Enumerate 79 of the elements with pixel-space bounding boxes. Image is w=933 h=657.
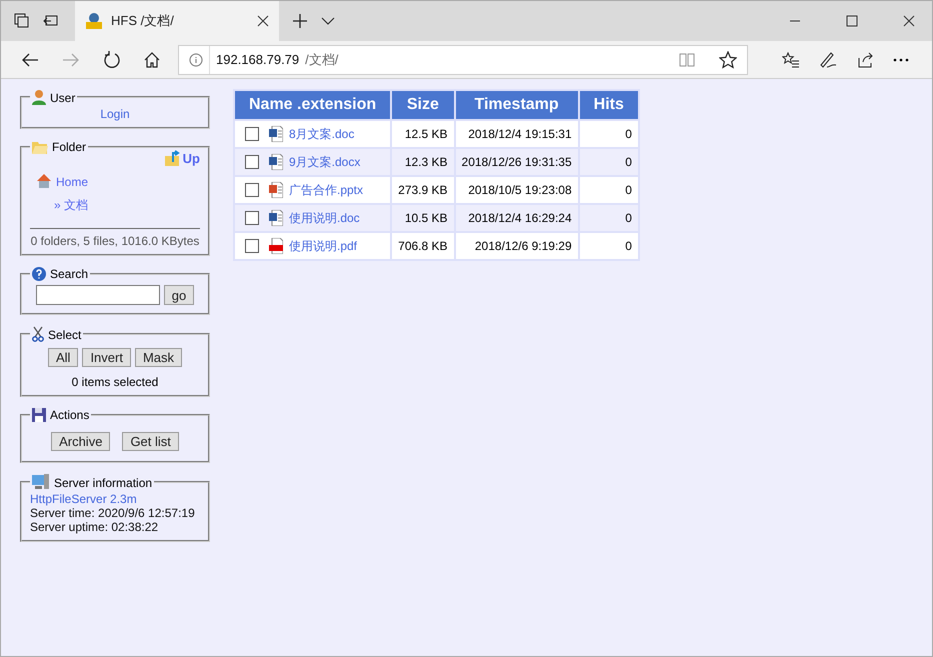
search-field[interactable]: [36, 285, 160, 305]
table-cell: 12.5 KB: [392, 121, 454, 147]
table-cell: 2018/10/5 19:23:08: [456, 177, 578, 203]
row-checkbox[interactable]: [245, 155, 259, 169]
document-icon: [269, 182, 283, 198]
go-button[interactable]: go: [164, 285, 194, 305]
table-cell: 2018/12/6 9:19:29: [456, 233, 578, 259]
maximize-icon[interactable]: [846, 15, 858, 27]
table-cell: 706.8 KB: [392, 233, 454, 259]
table-cell: 2018/12/26 19:31:35: [456, 149, 578, 175]
pen-icon[interactable]: [819, 50, 837, 68]
row-checkbox[interactable]: [245, 183, 259, 197]
column-header[interactable]: Name .extension: [235, 91, 390, 119]
scissors-icon: [32, 326, 44, 342]
table-cell: 0: [580, 121, 638, 147]
row-checkbox[interactable]: [245, 127, 259, 141]
select-button[interactable]: Mask: [134, 348, 182, 367]
close-icon[interactable]: [257, 15, 269, 27]
up-link[interactable]: Up: [164, 150, 200, 166]
column-header[interactable]: Hits: [580, 91, 638, 119]
panel-title: Folder: [52, 140, 86, 154]
table-cell: 0: [580, 177, 638, 203]
table-cell: 0: [580, 149, 638, 175]
folder-up-icon: [164, 150, 181, 166]
more-icon[interactable]: [893, 58, 909, 62]
folder-summary: 0 folders, 5 files, 1016.0 KBytes: [30, 234, 200, 248]
panel-title: Actions: [50, 408, 90, 422]
login-link[interactable]: Login: [100, 107, 130, 121]
panel-title: User: [50, 91, 76, 105]
panel-title: Select: [48, 328, 82, 342]
table-cell: 2018/12/4 16:29:24: [456, 205, 578, 231]
house-icon: [36, 173, 52, 189]
table-cell: 0: [580, 233, 638, 259]
help-icon: [32, 267, 46, 281]
url-path: /文档/: [305, 50, 338, 68]
panel-title: Server information: [54, 476, 152, 490]
row-checkbox[interactable]: [245, 211, 259, 225]
new-tab-icon[interactable]: [292, 13, 308, 29]
document-icon: [269, 210, 283, 226]
column-header[interactable]: Size: [392, 91, 454, 119]
table-cell: 10.5 KB: [392, 205, 454, 231]
panel-title: Search: [50, 267, 88, 281]
server-version-link[interactable]: HttpFileServer 2.3m: [30, 492, 137, 506]
browser-tab[interactable]: HFS /文档/: [75, 1, 279, 41]
home-icon[interactable]: [144, 52, 160, 68]
info-icon: [189, 52, 203, 66]
user-icon: [32, 89, 46, 105]
document-icon: [269, 126, 283, 142]
table-cell: 2018/12/4 19:15:31: [456, 121, 578, 147]
tab-title: HFS /文档/: [111, 12, 174, 30]
document-icon: [269, 238, 283, 254]
server-time: Server time: 2020/9/6 12:57:19: [30, 506, 196, 520]
app-logo-icon: [85, 12, 103, 30]
book-icon[interactable]: [679, 52, 695, 66]
address-bar[interactable]: 192.168.79.79 /文档/: [178, 44, 748, 74]
select-button[interactable]: All: [48, 348, 78, 367]
row-checkbox[interactable]: [245, 239, 259, 253]
selection-count: 0 items selected: [70, 375, 160, 389]
share-icon[interactable]: [856, 50, 874, 68]
action-button[interactable]: Get list: [122, 432, 179, 451]
table-cell: 0: [580, 205, 638, 231]
folder-path-link[interactable]: » 文档: [54, 198, 88, 212]
favorites-icon[interactable]: [782, 50, 800, 68]
column-header[interactable]: Timestamp: [456, 91, 578, 119]
refresh-icon[interactable]: [103, 50, 121, 68]
computer-icon: [32, 474, 50, 490]
star-icon[interactable]: [719, 50, 737, 68]
document-icon: [269, 154, 283, 170]
url-host: 192.168.79.79: [216, 52, 300, 67]
table-cell: 273.9 KB: [392, 177, 454, 203]
table-cell: 12.3 KB: [392, 149, 454, 175]
server-uptime: Server uptime: 02:38:22: [30, 520, 160, 534]
home-link[interactable]: Home: [56, 175, 88, 189]
tabs-overview-icon[interactable]: [14, 13, 30, 29]
back-icon[interactable]: [21, 52, 39, 68]
folder-icon: [32, 140, 48, 154]
close-icon[interactable]: [903, 15, 915, 27]
action-button[interactable]: Archive: [51, 432, 110, 451]
select-button[interactable]: Invert: [82, 348, 131, 367]
